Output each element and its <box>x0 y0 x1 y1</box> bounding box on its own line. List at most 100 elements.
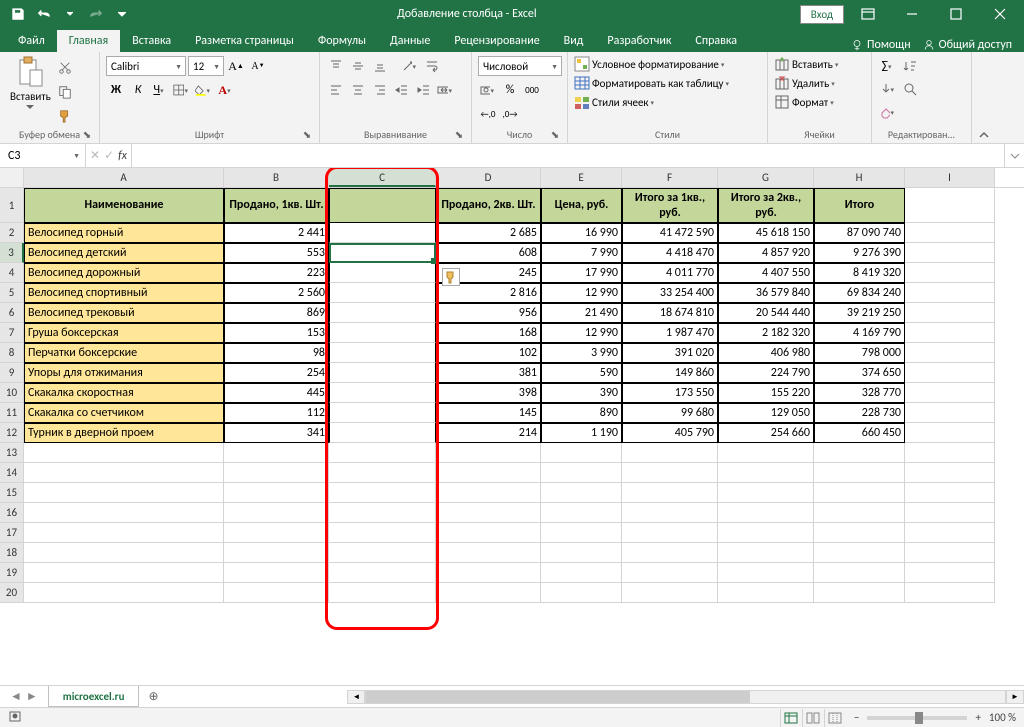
cell-c-blank[interactable] <box>329 423 436 443</box>
cell-tot2[interactable]: 254 660 <box>718 423 814 443</box>
undo-dropdown-icon[interactable] <box>58 2 82 26</box>
cell-tot1[interactable]: 41 472 590 <box>622 223 718 243</box>
cell-blank[interactable] <box>541 503 622 523</box>
fx-icon[interactable]: fx <box>118 149 127 163</box>
row-header-12[interactable]: 12 <box>0 423 24 443</box>
cell-total[interactable]: 39 219 250 <box>814 303 905 323</box>
cell-blank[interactable] <box>329 563 436 583</box>
cell-total[interactable]: 8 419 320 <box>814 263 905 283</box>
cell-blank[interactable] <box>814 543 905 563</box>
cell-blank[interactable] <box>905 243 995 263</box>
page-break-view-icon[interactable] <box>824 709 846 727</box>
row-header-16[interactable]: 16 <box>0 503 24 523</box>
cell-blank[interactable] <box>329 463 436 483</box>
conditional-formatting-button[interactable]: Условное форматирование▾ <box>574 56 727 72</box>
cell-name[interactable]: Турник в дверной проем <box>24 423 224 443</box>
header-tot2[interactable]: Итого за 2кв., руб. <box>718 188 814 223</box>
clear-icon[interactable]: ▾ <box>878 102 898 122</box>
cell-blank[interactable] <box>718 563 814 583</box>
cell-blank[interactable] <box>905 403 995 423</box>
cell-sold2[interactable]: 214 <box>436 423 541 443</box>
cell-price[interactable]: 3 990 <box>541 343 622 363</box>
cell-blank[interactable] <box>224 483 329 503</box>
header-tot1[interactable]: Итого за 1кв., руб. <box>622 188 718 223</box>
cell-blank[interactable] <box>436 543 541 563</box>
cell-sold1[interactable]: 98 <box>224 343 329 363</box>
cell-name[interactable]: Велосипед дорожный <box>24 263 224 283</box>
cell-blank[interactable] <box>224 463 329 483</box>
cell-blank[interactable] <box>329 483 436 503</box>
cell-sold1[interactable]: 2 560 <box>224 283 329 303</box>
cell-blank[interactable] <box>622 563 718 583</box>
cell-blank[interactable] <box>905 583 995 603</box>
cell-c-blank[interactable] <box>329 383 436 403</box>
enter-formula-icon[interactable]: ✓ <box>104 148 114 163</box>
cell-tot2[interactable]: 2 182 320 <box>718 323 814 343</box>
cell-blank[interactable] <box>24 523 224 543</box>
cell-c-blank[interactable] <box>329 223 436 243</box>
cell-total[interactable]: 4 169 790 <box>814 323 905 343</box>
cell-name[interactable]: Велосипед спортивный <box>24 283 224 303</box>
cell-tot1[interactable]: 405 790 <box>622 423 718 443</box>
row-header-4[interactable]: 4 <box>0 263 24 283</box>
tab-review[interactable]: Рецензирование <box>442 30 551 52</box>
row-header-13[interactable]: 13 <box>0 443 24 463</box>
cell-c-blank[interactable] <box>329 343 436 363</box>
close-icon[interactable] <box>980 0 1020 28</box>
cell-sold2[interactable]: 398 <box>436 383 541 403</box>
cell-blank[interactable] <box>541 583 622 603</box>
zoom-slider[interactable] <box>867 716 967 720</box>
row-header-8[interactable]: 8 <box>0 343 24 363</box>
cell-blank[interactable] <box>718 543 814 563</box>
cell-tot2[interactable]: 45 618 150 <box>718 223 814 243</box>
cell-blank[interactable] <box>24 503 224 523</box>
tab-view[interactable]: Вид <box>552 30 596 52</box>
cell-blank[interactable] <box>905 503 995 523</box>
bold-icon[interactable]: Ж <box>106 80 126 100</box>
cell-tot2[interactable]: 4 407 550 <box>718 263 814 283</box>
col-header-d[interactable]: D <box>436 168 541 187</box>
cell-tot2[interactable]: 155 220 <box>718 383 814 403</box>
cell-blank[interactable] <box>24 463 224 483</box>
increase-indent-icon[interactable] <box>414 80 434 100</box>
cell-blank[interactable] <box>905 363 995 383</box>
cell-name[interactable]: Скакалка скоростная <box>24 383 224 403</box>
italic-icon[interactable]: К <box>128 80 148 100</box>
cell-tot2[interactable]: 224 790 <box>718 363 814 383</box>
row-header-3[interactable]: 3 <box>0 243 24 263</box>
cell-blank[interactable] <box>905 443 995 463</box>
cell-styles-button[interactable]: Стили ячеек▾ <box>574 94 657 110</box>
col-header-b[interactable]: B <box>224 168 329 187</box>
cancel-formula-icon[interactable]: ✕ <box>90 148 100 163</box>
borders-icon[interactable]: ▾ <box>172 80 192 100</box>
font-launcher-icon[interactable]: ⬊ <box>301 128 313 140</box>
cell-blank[interactable] <box>718 523 814 543</box>
fill-color-icon[interactable]: ▾ <box>194 80 214 100</box>
cell-price[interactable]: 590 <box>541 363 622 383</box>
tell-me-button[interactable]: Помощн <box>851 38 911 52</box>
cell-blank[interactable] <box>24 583 224 603</box>
row-header-17[interactable]: 17 <box>0 523 24 543</box>
autosum-icon[interactable]: ∑▾ <box>878 56 898 76</box>
align-bottom-icon[interactable] <box>370 56 390 76</box>
cell-sold2[interactable]: 2 816 <box>436 283 541 303</box>
cell-total[interactable]: 374 650 <box>814 363 905 383</box>
increase-font-icon[interactable]: A▲ <box>226 56 246 76</box>
cell-sold2[interactable]: 381 <box>436 363 541 383</box>
cell-total[interactable]: 660 450 <box>814 423 905 443</box>
expand-formula-icon[interactable] <box>1004 144 1024 167</box>
cell-tot1[interactable]: 99 680 <box>622 403 718 423</box>
cell-c-blank[interactable] <box>329 243 436 263</box>
tab-help[interactable]: Справка <box>683 30 749 52</box>
cell-blank[interactable] <box>224 503 329 523</box>
cell-blank[interactable] <box>622 503 718 523</box>
insert-options-icon[interactable] <box>442 268 460 286</box>
cell-sold2[interactable]: 608 <box>436 243 541 263</box>
cell-sold2[interactable]: 102 <box>436 343 541 363</box>
normal-view-icon[interactable] <box>780 709 802 727</box>
cell-blank[interactable] <box>718 583 814 603</box>
underline-icon[interactable]: Ч▾ <box>150 80 170 100</box>
format-as-table-button[interactable]: Форматировать как таблицу▾ <box>574 75 732 91</box>
tab-developer[interactable]: Разработчик <box>595 30 683 52</box>
format-painter-icon[interactable] <box>55 106 75 126</box>
